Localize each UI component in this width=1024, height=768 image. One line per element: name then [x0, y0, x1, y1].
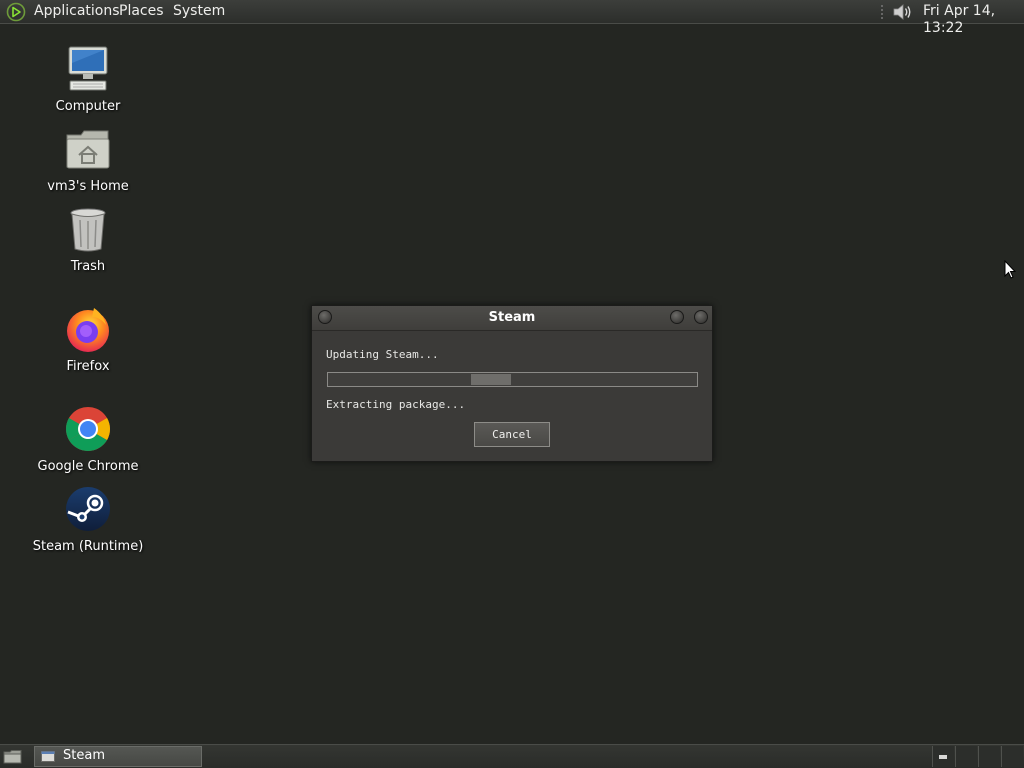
minimize-button[interactable]: [670, 310, 684, 324]
workspace-switcher[interactable]: [932, 746, 1024, 767]
chrome-icon: [66, 407, 110, 451]
steam-update-dialog: Steam Updating Steam... Extracting packa…: [311, 305, 713, 462]
tray-handle-icon: [881, 5, 883, 19]
workspace-4[interactable]: [1001, 746, 1023, 767]
applications-menu[interactable]: Applications: [34, 3, 120, 20]
cancel-button[interactable]: Cancel: [474, 422, 550, 447]
workspace-3[interactable]: [978, 746, 1000, 767]
dialog-title: Steam: [488, 310, 536, 325]
taskbar-item-label: Steam: [63, 748, 105, 763]
progress-bar: [327, 372, 698, 387]
desktop-icon-label: Computer: [55, 99, 121, 114]
show-desktop-icon[interactable]: [3, 749, 23, 765]
progress-indicator: [471, 374, 511, 385]
desktop-icon-label: Firefox: [66, 359, 110, 374]
top-panel: Applications Places System Fri Apr 14, 1…: [0, 0, 1024, 36]
volume-icon[interactable]: [891, 2, 915, 22]
places-menu[interactable]: Places: [119, 3, 164, 20]
clock[interactable]: Fri Apr 14, 13:22: [923, 3, 1024, 37]
trash-icon: [70, 208, 106, 252]
close-button[interactable]: [694, 310, 708, 324]
mouse-cursor-icon: [1004, 260, 1016, 279]
window-icon: [41, 751, 55, 762]
workspace-1[interactable]: [932, 746, 954, 767]
desktop-icon-label: vm3's Home: [47, 179, 129, 194]
desktop-icon-label: Steam (Runtime): [32, 539, 144, 554]
progress-detail-text: Extracting package...: [326, 398, 466, 411]
dialog-titlebar[interactable]: Steam: [312, 306, 712, 331]
computer-icon: [68, 46, 108, 91]
desktop-icon-label: Trash: [70, 259, 106, 274]
home-folder-icon: [66, 130, 110, 169]
steam-icon: [66, 487, 110, 531]
bottom-panel: Steam: [0, 744, 1024, 768]
update-status-text: Updating Steam...: [326, 348, 439, 361]
desktop-icon-label: Google Chrome: [37, 459, 139, 474]
taskbar-item-steam[interactable]: Steam: [34, 746, 202, 767]
gnome-foot-logo-icon[interactable]: [6, 2, 26, 22]
firefox-icon: [67, 308, 109, 352]
system-menu[interactable]: System: [173, 3, 225, 20]
workspace-2[interactable]: [955, 746, 977, 767]
